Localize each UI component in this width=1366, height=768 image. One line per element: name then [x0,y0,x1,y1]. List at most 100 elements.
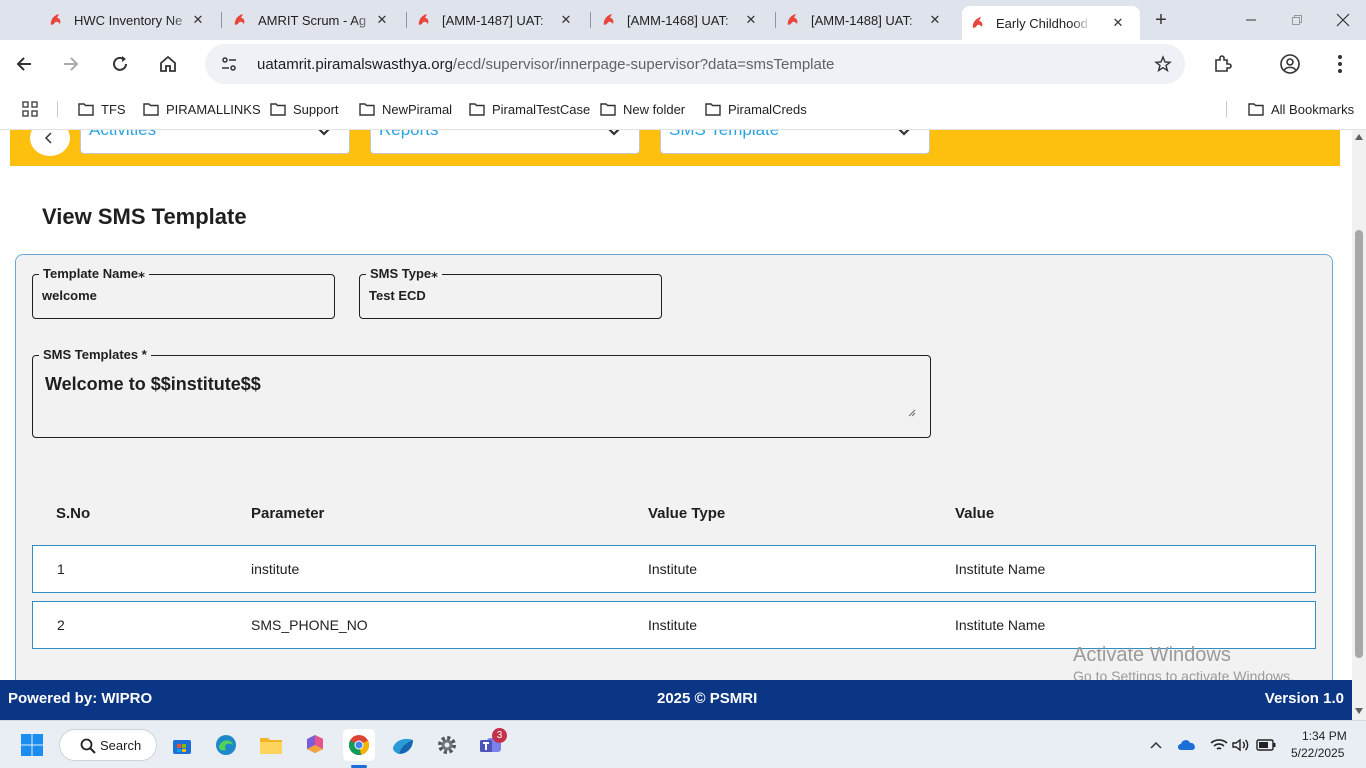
cell-value: Institute Name [955,561,1046,577]
bookmark-folder[interactable]: New folder [600,100,685,118]
taskbar-search[interactable]: Search [59,729,157,761]
site-info-icon[interactable] [213,48,245,80]
new-tab-icon[interactable]: + [1138,0,1184,40]
tab-title: Early Childhood D [996,15,1091,31]
all-bookmarks-folder[interactable]: All Bookmarks [1248,100,1354,118]
file-explorer-icon[interactable] [255,729,287,761]
bookmark-label: PiramalCreds [728,101,807,117]
reports-label: Reports [379,130,439,140]
folder-icon [705,103,721,116]
tab-close-icon[interactable]: ✕ [743,12,759,28]
bookmarks-separator [1226,101,1227,117]
search-label: Search [100,738,142,753]
bookmark-label: Support [293,101,339,117]
settings-gear-icon[interactable] [431,729,463,761]
cell-value: Institute Name [955,617,1046,633]
scroll-up-icon[interactable] [1355,134,1363,140]
page-footer: Powered by: WIPRO 2025 © PSMRI Version 1… [0,680,1352,720]
footer-version: Version 1.0 [1264,690,1344,707]
show-hidden-icons-icon[interactable] [1140,729,1172,761]
chrome-icon[interactable] [343,729,375,761]
page-content: Activities Reports SMS Template View SMS… [0,130,1352,680]
tab-close-icon[interactable]: ✕ [558,12,574,28]
store-icon[interactable] [166,729,198,761]
profile-icon[interactable] [1274,48,1306,80]
sms-templates-value: Welcome to $$institute$$ [45,374,261,394]
tab-close-icon[interactable]: ✕ [190,12,206,28]
clock-date[interactable]: 5/22/2025 [1291,746,1344,760]
folder-icon [1248,103,1264,116]
sms-templates-label: SMS Templates * [39,347,151,362]
reload-icon[interactable] [104,48,136,80]
jira-favicon-icon [234,14,245,25]
sms-template-dropdown[interactable]: SMS Template [660,130,930,154]
chevron-down-icon [608,130,620,136]
browser-tab[interactable]: [AMM-1468] UAT: ✕ [593,0,773,40]
footer-copyright: 2025 © PSMRI [657,690,758,707]
browser-toolbar: uatamrit.piramalswasthya.org/ecd/supervi… [0,40,1366,88]
home-icon[interactable] [152,48,184,80]
chevron-down-icon [318,130,330,136]
extensions-icon[interactable] [1206,48,1238,80]
template-name-label: Template Name⁎ [39,266,149,282]
scroll-down-icon[interactable] [1355,708,1363,714]
azure-data-studio-icon[interactable] [387,729,419,761]
bookmark-label: PIRAMALLINKS [166,101,261,117]
bookmark-folder[interactable]: PiramalTestCase [469,100,590,118]
bookmark-label: PiramalTestCase [492,101,591,117]
m365-icon[interactable] [299,729,331,761]
onedrive-icon[interactable] [1171,729,1203,761]
table-header-sno: S.No [56,505,91,522]
bookmark-folder[interactable]: PiramalCreds [705,100,807,118]
bookmark-folder[interactable]: TFS [78,100,126,118]
browser-tab[interactable]: [AMM-1487] UAT: ✕ [408,0,588,40]
scrollbar-thumb[interactable] [1355,230,1363,658]
bookmark-star-icon[interactable] [1147,48,1179,80]
bookmark-folder[interactable]: Support [270,100,339,118]
browser-menu-icon[interactable] [1324,48,1356,80]
tab-title: AMRIT Scrum - Ag [258,12,367,28]
folder-icon [270,103,286,116]
forward-icon[interactable] [55,48,87,80]
windows-start-icon[interactable] [16,729,48,761]
url-path: /ecd/supervisor/innerpage-supervisor?dat… [452,56,835,73]
cell-sno: 2 [57,617,65,633]
jira-favicon-icon [418,14,429,25]
bookmark-label: NewPiramal [382,101,453,117]
bookmark-label: New folder [623,101,686,117]
restore-icon[interactable] [1274,0,1320,40]
tab-close-icon[interactable]: ✕ [1110,15,1126,31]
address-bar[interactable]: uatamrit.piramalswasthya.org/ecd/supervi… [205,44,1185,84]
apps-grid-icon[interactable] [22,100,45,118]
activities-dropdown[interactable]: Activities [80,130,350,154]
minimize-icon[interactable] [1228,0,1274,40]
browser-tab[interactable]: HWC Inventory Ne ✕ [40,0,220,40]
cell-parameter: SMS_PHONE_NO [251,617,368,633]
back-icon[interactable] [8,48,40,80]
resize-handle-icon[interactable] [908,409,916,417]
bookmark-folder[interactable]: NewPiramal [359,100,452,118]
sms-type-field[interactable]: SMS Type⁎ Test ECD [359,266,662,319]
browser-tab-active[interactable]: Early Childhood D ✕ [962,6,1140,40]
clock-time[interactable]: 1:34 PM [1302,729,1347,743]
reports-dropdown[interactable]: Reports [370,130,640,154]
url-host: uatamrit.piramalswasthya.org [257,56,453,73]
activate-windows-subtext: Go to Settings to activate Windows. [1073,668,1294,680]
jira-favicon-icon [603,14,614,25]
browser-tab[interactable]: AMRIT Scrum - Ag ✕ [224,0,404,40]
bookmark-label: TFS [101,101,126,117]
tab-close-icon[interactable]: ✕ [374,12,390,28]
page-scrollbar[interactable] [1352,130,1366,720]
tab-title: [AMM-1468] UAT: [627,12,729,28]
sms-templates-textarea[interactable]: SMS Templates * Welcome to $$institute$$ [32,347,931,438]
sms-template-label: SMS Template [669,130,779,140]
battery-icon[interactable] [1250,729,1282,761]
close-window-icon[interactable] [1320,0,1366,40]
bookmarks-separator [57,101,58,117]
teams-icon[interactable]: 3 [475,728,507,761]
bookmark-folder[interactable]: PIRAMALLINKS [143,100,261,118]
edge-icon[interactable] [210,729,242,761]
template-name-field[interactable]: Template Name⁎ welcome [32,266,335,319]
tab-close-icon[interactable]: ✕ [927,12,943,28]
browser-tab[interactable]: [AMM-1488] UAT: ✕ [777,0,957,40]
